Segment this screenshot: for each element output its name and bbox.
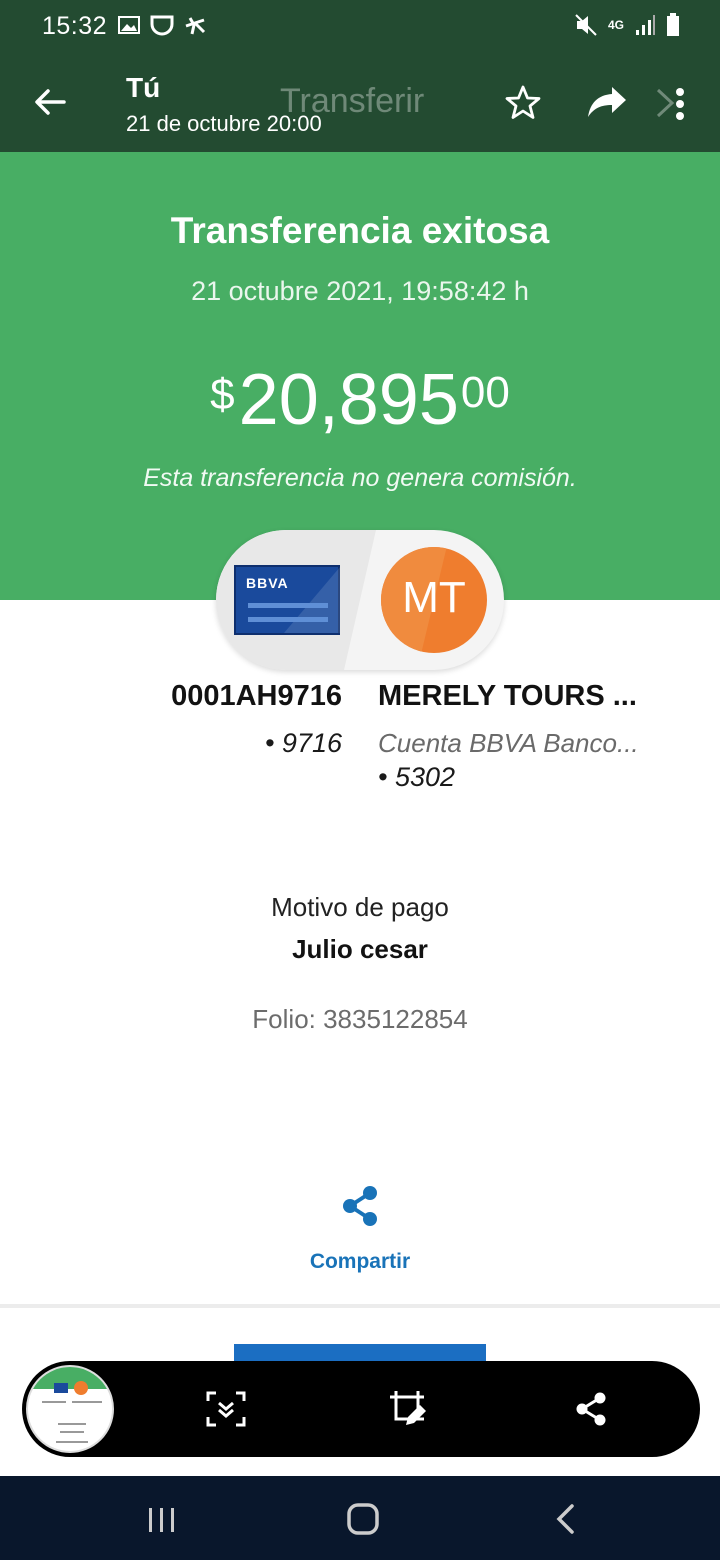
nav-back-icon[interactable] bbox=[554, 1503, 576, 1535]
header-title: Tú bbox=[126, 72, 161, 103]
airplane-icon bbox=[185, 17, 206, 35]
header-subtitle: 21 de octubre 20:00 bbox=[126, 111, 322, 136]
amount-currency: $ bbox=[210, 370, 235, 419]
transfer-amount: $ 20,895 00 bbox=[0, 360, 720, 440]
signal-icon bbox=[636, 15, 655, 35]
commission-note: Esta transferencia no genera comisión. bbox=[143, 464, 577, 492]
destination-account-number: • 5302 bbox=[378, 762, 456, 792]
success-title: Transferencia exitosa bbox=[170, 210, 550, 251]
crop-edit-icon[interactable] bbox=[388, 1389, 428, 1429]
share-button[interactable]: Compartir bbox=[290, 1184, 430, 1284]
mute-icon bbox=[575, 14, 597, 36]
status-bar: 15:32 4G bbox=[0, 0, 720, 56]
destination-account-name: MERELY TOURS ... bbox=[378, 680, 637, 712]
battery-icon bbox=[667, 13, 679, 36]
star-icon[interactable] bbox=[504, 84, 542, 122]
screenshot-thumbnail[interactable] bbox=[26, 1365, 114, 1453]
status-time: 15:32 bbox=[42, 12, 108, 40]
gallery-icon bbox=[118, 16, 140, 34]
share-icon bbox=[343, 1186, 377, 1226]
origin-account-name: 0001AH9716 bbox=[171, 680, 342, 712]
scroll-capture-icon[interactable] bbox=[206, 1391, 246, 1427]
network-4g-icon: 4G bbox=[607, 18, 624, 32]
destination-avatar: MT bbox=[381, 547, 487, 653]
recent-apps-icon[interactable] bbox=[146, 1506, 178, 1534]
avatar-initials: MT bbox=[402, 573, 466, 622]
motive-label: Motivo de pago bbox=[271, 892, 449, 922]
more-options-icon[interactable] bbox=[668, 84, 692, 124]
amount-cents: 00 bbox=[460, 368, 510, 417]
forward-share-icon[interactable] bbox=[586, 84, 628, 122]
share-label: Compartir bbox=[309, 1250, 411, 1273]
folio-number: Folio: 3835122854 bbox=[252, 1004, 468, 1034]
bbva-card-icon: BBVA bbox=[234, 565, 340, 635]
app-header: Transferir Tú 21 de octubre 20:00 bbox=[0, 56, 720, 152]
destination-bank: Cuenta BBVA Banco... bbox=[378, 728, 639, 758]
shield-icon bbox=[150, 15, 174, 36]
motive-value: Julio cesar bbox=[292, 934, 428, 964]
success-date: 21 octubre 2021, 19:58:42 h bbox=[191, 276, 529, 306]
divider bbox=[0, 1304, 720, 1308]
home-icon[interactable] bbox=[346, 1502, 380, 1536]
amount-main: 20,895 bbox=[238, 360, 459, 440]
toolbar-share-icon[interactable] bbox=[574, 1391, 608, 1427]
back-arrow-icon[interactable] bbox=[30, 82, 70, 122]
origin-account-number: • 9716 bbox=[264, 728, 342, 758]
screenshot-toolbar bbox=[22, 1361, 700, 1457]
system-nav-bar bbox=[0, 1476, 720, 1560]
transfer-parties-pill: BBVA MT bbox=[216, 530, 504, 670]
card-brand: BBVA bbox=[246, 575, 289, 591]
